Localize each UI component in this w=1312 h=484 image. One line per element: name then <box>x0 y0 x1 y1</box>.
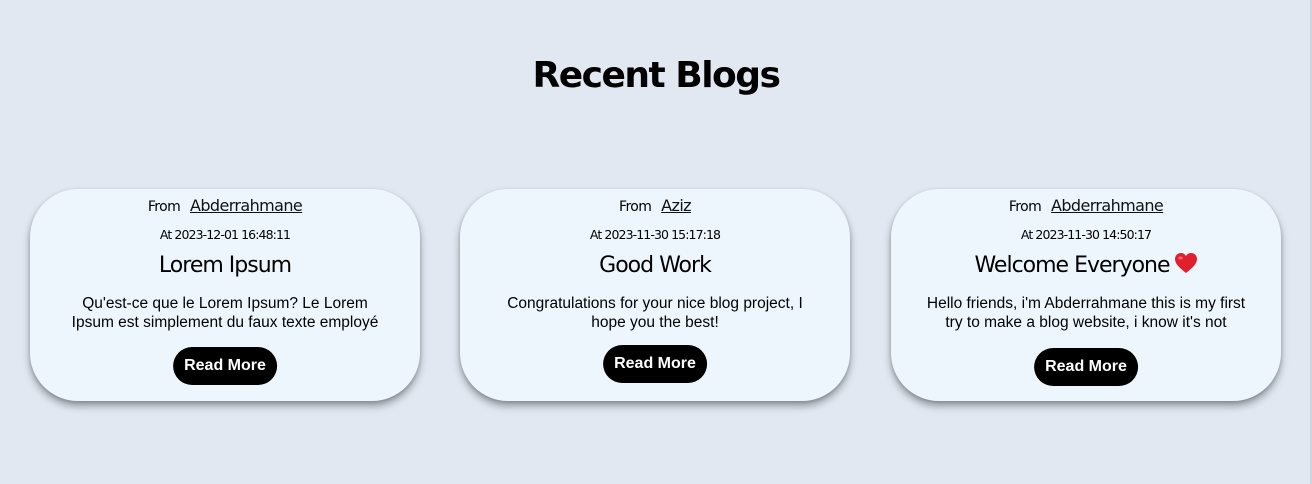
blog-title: Welcome Everyone <box>891 251 1281 281</box>
heart-icon <box>1174 253 1197 273</box>
read-more-button[interactable]: Read More <box>173 347 277 385</box>
author-row: From Abderrahmane <box>891 196 1281 217</box>
author-link[interactable]: Abderrahmane <box>190 196 303 215</box>
author-row: From Aziz <box>460 196 850 217</box>
read-more-button[interactable]: Read More <box>1034 348 1138 386</box>
author-row: From Abderrahmane <box>30 196 420 217</box>
from-label: From <box>147 199 181 215</box>
author-link[interactable]: Abderrahmane <box>1051 196 1164 215</box>
blog-card: From Aziz At 2023-11-30 15:17:18 Good Wo… <box>460 189 850 401</box>
blog-excerpt: Congratulations for your nice blog proje… <box>507 295 803 331</box>
author-link[interactable]: Aziz <box>661 196 691 215</box>
from-label: From <box>619 199 652 215</box>
blog-title: Good Work <box>460 251 850 281</box>
post-date: At 2023-11-30 15:17:18 <box>589 227 721 242</box>
post-date: At 2023-11-30 14:50:17 <box>1020 227 1152 242</box>
post-date: At 2023-12-01 16:48:11 <box>159 227 291 242</box>
blog-title-text: Good Work <box>599 253 712 278</box>
blog-excerpt: Qu'est-ce que le Lorem Ipsum? Le Lorem I… <box>71 295 379 331</box>
blog-card: From Abderrahmane At 2023-12-01 16:48:11… <box>30 189 420 401</box>
blog-card: From Abderrahmane At 2023-11-30 14:50:17… <box>891 189 1281 401</box>
blog-title-text: Welcome Everyone <box>974 253 1170 278</box>
blog-title-text: Lorem Ipsum <box>158 253 292 278</box>
blog-title: Lorem Ipsum <box>30 251 420 281</box>
from-label: From <box>1008 199 1042 215</box>
blog-excerpt: Hello friends, i'm Abderrahmane this is … <box>926 295 1246 331</box>
page-title: Recent Blogs <box>532 55 781 96</box>
read-more-button[interactable]: Read More <box>603 345 707 383</box>
